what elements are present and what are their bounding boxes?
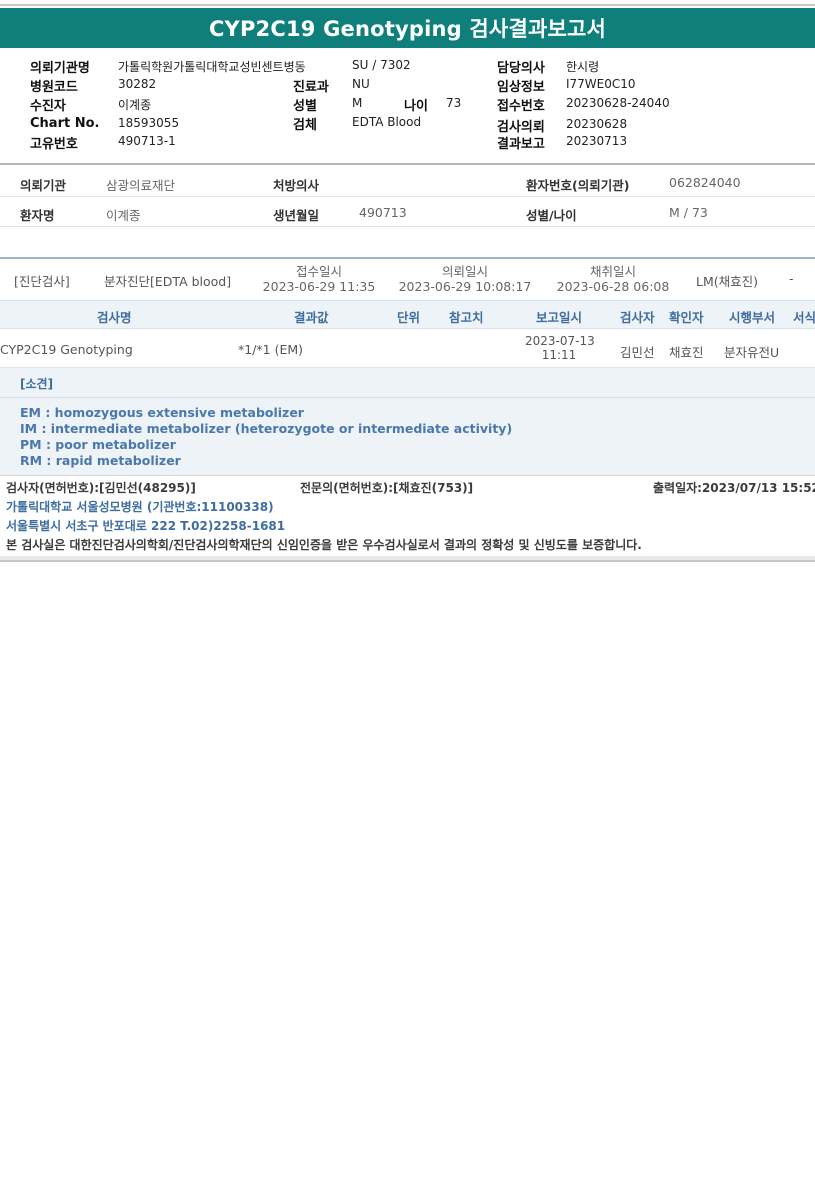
opinion-line-em: EM : homozygous extensive metabolizer [20,405,304,420]
bottom-divider [0,556,815,562]
attending-doctor-label: 담당의사 [497,61,545,76]
birth-date-label: 생년월일 [273,208,320,223]
result-report-date-label: 결과보고 [497,137,545,152]
report-time: 11:11 [541,348,577,362]
patient-name-label: 환자명 [20,208,55,223]
opinion-body: EM : homozygous extensive metabolizer IM… [0,398,815,475]
patient-number-value: 062824040 [669,175,741,190]
col-performing-dept: 시행부서 [729,310,776,325]
birth-date-value: 490713 [359,205,407,220]
institution-label: 의뢰기관 [20,178,67,193]
col-test-name: 검사명 [97,310,132,325]
header-divider [0,163,815,165]
sex-age-label: 성별/나이 [526,208,577,223]
col-reference: 참고치 [449,310,484,325]
opinion-header: [소견] [0,368,815,398]
opinion-line-im: IM : intermediate metabolizer (heterozyg… [20,421,513,436]
department-label: 진료과 [293,80,329,95]
tester-value: 김민선 [620,345,655,360]
confirmer-value: 채효진 [669,345,704,360]
referring-institution-value: 가톨릭학원가톨릭대학교성빈센트병동 [118,60,306,74]
requested-value: 2023-06-29 10:08:17 [398,279,532,294]
patient-info-row-divider [0,196,815,197]
test-name: CYP2C19 Genotyping [0,342,133,357]
order-category: [진단검사] [14,274,70,289]
order-department: 분자진단[EDTA blood] [104,274,232,289]
results-table-header: 검사명 결과값 단위 참고치 보고일시 검사자 확인자 시행부서 서식 [0,300,815,329]
certification-statement: 본 검사실은 대한진단검사의학회/진단검사의학재단의 신임인증을 받은 우수검사… [6,538,642,552]
specimen-label: 검체 [293,118,317,133]
received-datetime: 접수일시 2023-06-29 11:35 [260,264,378,294]
collector: LM(채효진) [696,274,759,289]
sex-value: M [352,96,363,110]
opinion-divider [0,475,815,476]
chart-no-label: Chart No. [30,116,100,131]
col-tester: 검사자 [620,310,655,325]
opinion-line-rm: RM : rapid metabolizer [20,453,181,468]
col-report-date: 보고일시 [536,310,583,325]
result-value: *1/*1 (EM) [238,342,304,357]
report-title: CYP2C19 Genotyping 검사결과보고서 [0,8,815,48]
test-request-date-value: 20230628 [566,117,628,131]
sex-label: 성별 [293,99,317,114]
hospital-code-label: 병원코드 [30,80,78,95]
department-value: NU [352,77,370,91]
received-value: 2023-06-29 11:35 [262,279,376,294]
col-unit: 단위 [397,310,421,325]
requested-datetime: 의뢰일시 2023-06-29 10:08:17 [398,264,532,294]
col-result: 결과값 [294,310,329,325]
ward-room-value: SU / 7302 [352,58,411,72]
col-confirmer: 확인자 [669,310,704,325]
clinical-info-label: 임상정보 [497,80,545,95]
patient-info-bottom-divider [0,226,815,227]
chart-no-value: 18593055 [118,116,180,130]
report-date: 2023-07-13 [525,334,595,348]
tester-license: 검사자(면허번호):[김민선(48295)] [6,481,196,495]
order-extra: - [789,271,794,286]
performing-dept-value: 분자유전U [724,345,780,360]
examinee-label: 수진자 [30,99,66,114]
result-report-date-value: 20230713 [566,134,628,148]
examinee-value: 이계종 [118,98,152,112]
col-form: 서식 [793,310,815,325]
patient-number-label: 환자번호(의뢰기관) [526,178,630,193]
specimen-value: EDTA Blood [352,115,422,129]
opinion-line-pm: PM : poor metabolizer [20,437,176,452]
hospital-name: 가톨릭대학교 서울성모병원 (기관번호:11100338) [6,500,274,514]
opinion-title: [소견] [20,377,54,391]
accession-number-label: 접수번호 [497,99,545,114]
order-row: [진단검사] 분자진단[EDTA blood] 접수일시 2023-06-29 … [0,260,815,300]
unique-id-value: 490713-1 [118,134,176,148]
top-divider [0,4,815,6]
collected-datetime: 채취일시 2023-06-28 06:08 [555,264,671,294]
patient-name-value: 이계종 [106,208,141,223]
collected-label: 채취일시 [589,264,636,279]
age-label: 나이 [404,99,428,114]
prescribing-doctor-label: 처방의사 [273,178,320,193]
collected-value: 2023-06-28 06:08 [556,279,670,294]
unique-id-label: 고유번호 [30,137,78,152]
referring-institution-label: 의뢰기관명 [30,61,90,76]
hospital-code-value: 30282 [118,77,157,91]
accession-number-value: 20230628-24040 [566,96,670,110]
clinical-info-value: I77WE0C10 [566,77,636,91]
sex-age-value: M / 73 [669,205,708,220]
report-datetime: 2023-07-13 11:11 [525,334,595,362]
table-row: CYP2C19 Genotyping *1/*1 (EM) 2023-07-13… [0,330,815,368]
specialist-license: 전문의(면허번호):[채효진(753)] [300,481,474,495]
received-label: 접수일시 [295,264,342,279]
hospital-address: 서울특별시 서초구 반포대로 222 T.02)2258-1681 [6,519,286,533]
attending-doctor-value: 한시령 [566,60,600,74]
requested-label: 의뢰일시 [441,264,488,279]
institution-value: 삼광의료재단 [106,178,176,193]
age-value: 73 [446,96,462,110]
print-date: 출력일자:2023/07/13 15:52 오후 [653,481,815,495]
